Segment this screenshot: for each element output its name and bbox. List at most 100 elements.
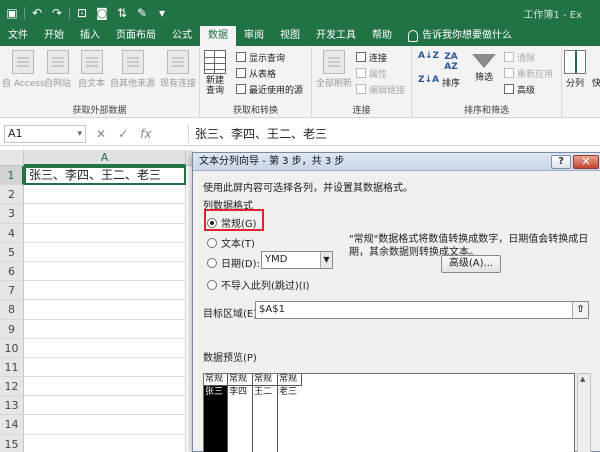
row-header[interactable]: 13 [0,396,24,416]
cell[interactable] [24,377,186,397]
cell-a1[interactable]: 张三、李四、王二、老三 [24,166,186,186]
tab-data[interactable]: 数据 [200,26,236,46]
cell[interactable] [24,185,186,205]
tab-formulas[interactable]: 公式 [164,26,200,46]
cell[interactable] [24,242,186,262]
row-header[interactable]: 7 [0,281,24,301]
cell[interactable] [24,223,186,243]
tab-page-layout[interactable]: 页面布局 [108,26,164,46]
sort-button[interactable]: ZA AZ 排序 [440,50,462,89]
sort-ascending-icon[interactable]: A↓Z [418,52,439,61]
reapply-filter-button[interactable]: 重新应用 [504,66,553,80]
row-header[interactable]: 12 [0,377,24,397]
refresh-all-button[interactable]: 全部刷新 [316,50,352,89]
cell[interactable] [24,357,186,378]
tab-developer[interactable]: 开发工具 [308,26,364,46]
tab-home[interactable]: 开始 [36,26,72,46]
preview-column[interactable]: 常规 李四 [228,374,253,452]
properties-button[interactable]: 属性 [356,66,387,80]
clear-filter-button[interactable]: 清除 [504,50,535,64]
row-header[interactable]: 2 [0,185,24,205]
tell-me-search[interactable]: 告诉我你想要做什么 [400,26,520,46]
row-header[interactable]: 15 [0,434,24,452]
cell[interactable] [24,396,186,416]
close-button[interactable]: ✕ [573,155,599,169]
from-access-button[interactable]: 自 Access [2,50,45,89]
from-other-sources-button[interactable]: 自其他来源 [110,50,155,89]
format-painter-icon[interactable]: ✎ [134,5,150,21]
undo-icon[interactable]: ↶ [29,5,45,21]
table-row: 2 [0,185,194,205]
show-queries-button[interactable]: 显示查询 [236,50,285,64]
sort-descending-icon[interactable]: Z↓A [418,76,439,85]
new-query-button[interactable]: 新建 查询 [204,50,226,96]
cell[interactable] [24,281,186,301]
radio-date[interactable]: 日期(D): [207,255,260,270]
save-icon[interactable]: ▣ [4,5,20,21]
filter-button[interactable]: 筛选 [472,50,496,83]
row-header[interactable]: 8 [0,300,24,320]
name-box[interactable]: A1 [4,125,86,143]
cell[interactable] [24,319,186,339]
column-header-a[interactable]: A [24,150,186,166]
date-format-select[interactable]: YMD ▼ [261,251,333,269]
row-header[interactable]: 6 [0,261,24,282]
tab-file[interactable]: 文件 [0,26,36,46]
tab-view[interactable]: 视图 [272,26,308,46]
text-to-columns-button[interactable]: 分列 [564,50,586,89]
redo-icon[interactable]: ↷ [49,5,65,21]
enter-icon[interactable]: ✓ [118,127,128,141]
preview-scrollbar[interactable] [577,373,591,452]
row-header[interactable]: 14 [0,415,24,435]
from-text-button[interactable]: 自文本 [78,50,105,89]
radio-general[interactable]: 常规(G) [207,215,257,230]
cell[interactable] [24,261,186,282]
flash-fill-button[interactable]: 快 [592,50,600,89]
radio-skip-column[interactable]: 不导入此列(跳过)(I) [207,277,310,292]
connections-button[interactable]: 连接 [356,50,387,64]
row-header[interactable]: 1 [0,166,24,186]
help-button[interactable]: ? [551,155,571,169]
formula-bar-icons: ✕ ✓ fx [96,125,151,143]
advanced-filter-button[interactable]: 高级 [504,82,535,96]
tab-insert[interactable]: 插入 [72,26,108,46]
cell[interactable] [24,338,186,358]
cell[interactable] [24,204,186,224]
tab-review[interactable]: 审阅 [236,26,272,46]
preview-column[interactable]: 常规 老三 [278,374,574,452]
camera-icon[interactable]: ◙ [94,5,110,21]
existing-connections-button[interactable]: 现有连接 [160,50,196,89]
row-header[interactable]: 9 [0,319,24,339]
sort-icon[interactable]: ⇅ [114,5,130,21]
edit-links-button[interactable]: 编辑链接 [356,82,405,96]
reapply-icon [504,68,514,78]
from-table-button[interactable]: 从表格 [236,66,276,80]
cell[interactable] [24,434,186,452]
cancel-icon[interactable]: ✕ [96,127,106,141]
collapse-dialog-icon[interactable]: ⇧ [572,302,588,318]
row-header[interactable]: 11 [0,357,24,378]
formula-input[interactable]: 张三、李四、王二、老三 [188,125,596,143]
row-header[interactable]: 3 [0,204,24,224]
preview-column[interactable]: 常规 张三 [204,374,228,452]
from-web-button[interactable]: 自网站 [44,50,71,89]
destination-input[interactable]: $A$1 ⇧ [255,301,589,319]
table-row: 5 [0,242,194,262]
advanced-button[interactable]: 高级(A)... [441,255,501,273]
cell[interactable] [24,300,186,320]
print-preview-icon[interactable]: ⊡ [74,5,90,21]
tab-help[interactable]: 帮助 [364,26,400,46]
data-preview[interactable]: 常规 张三 常规 李四 常规 王二 常规 老三 [203,373,575,452]
cell[interactable] [24,415,186,435]
row-header[interactable]: 5 [0,242,24,262]
radio-text[interactable]: 文本(T) [207,235,255,250]
qat-separator [24,7,25,19]
row-header[interactable]: 10 [0,338,24,358]
select-all-corner[interactable] [0,150,24,166]
recent-sources-button[interactable]: 最近使用的源 [236,82,303,96]
insert-function-icon[interactable]: fx [140,127,151,141]
preview-column[interactable]: 常规 王二 [253,374,278,452]
customize-qat-icon[interactable]: ▾ [154,5,170,21]
row-header[interactable]: 4 [0,223,24,243]
preview-cell: 张三 [205,387,224,397]
